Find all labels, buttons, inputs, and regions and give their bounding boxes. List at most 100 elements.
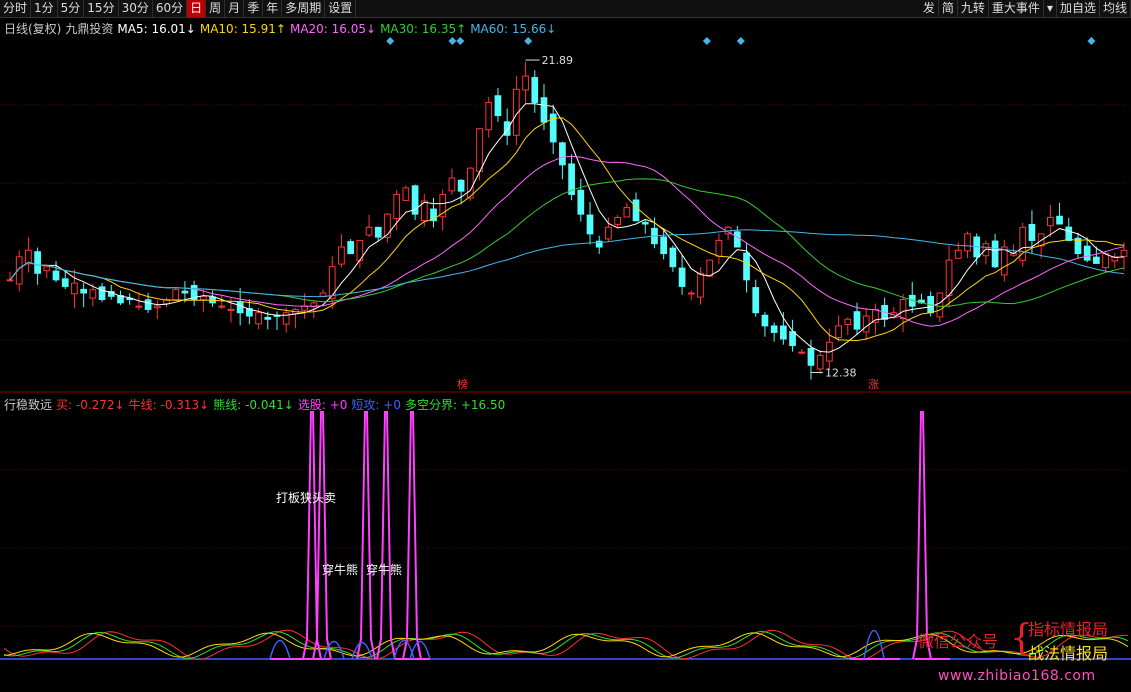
candle-body [586,214,594,235]
candle-body [199,295,207,301]
candle-body [25,249,32,265]
candle-body [328,266,336,300]
watermark-brand2: 战法情报局 [1028,644,1109,663]
signal-diamond-4 [702,37,711,45]
main_legend-3: MA10: 15.91↑ [199,22,286,36]
candle-body [697,272,704,298]
candle-body [301,305,308,311]
candle-body [669,247,677,268]
candle-body [98,286,106,301]
candle-body [733,231,741,248]
candle-body [522,75,529,91]
candle-body [899,299,907,320]
candle-body [743,252,750,281]
candle-body [338,246,345,265]
main_legend-6: MA60: 15.66↓ [470,22,557,36]
candle-body [135,305,143,308]
indicator-text-sell: 打板狭头卖 [276,491,336,505]
candle-body [605,226,612,240]
marker-bang: 榜 [457,377,468,391]
watermark: 微信公众号 { 指标情报局 战法情报局 www.zhibiao168.com [918,614,1131,692]
signal-diamond-2 [456,37,465,45]
candle-body [282,312,290,325]
candle-body [1028,223,1036,241]
candle-body [531,77,539,103]
select-spike-3 [376,411,396,660]
candle-body [678,267,686,287]
candle-body [641,222,649,225]
candle-body [1065,226,1073,241]
candle-body [1083,245,1091,261]
candle-body [816,354,824,370]
ma30-line [9,178,1125,307]
candle-body [632,199,640,222]
candle-body [466,167,474,199]
candle-body [347,241,354,255]
indicator-text-cross-2: 穿牛熊 [366,562,402,577]
candle-body [1093,256,1100,264]
candle-body [687,292,695,295]
candle-body [807,347,815,366]
candle-body [770,325,778,333]
indicator_legend-2: 牛线: -0.313↓ [128,398,210,412]
main_legend-5: MA30: 16.35↑ [380,22,467,36]
indicator_legend-1: 买: -0.272↓ [56,398,125,412]
main_legend-1: 九鼎投资 [65,22,114,36]
candle-body [80,288,88,294]
signal-diamond-1 [448,37,457,45]
ma60-line [9,229,1125,298]
ma10-line [9,117,1125,342]
indicator-text-cross-1: 穿牛熊 [322,562,358,577]
candle-body [789,331,796,347]
candle-body [835,325,842,339]
main_legend-4: MA20: 16.05↓ [289,22,377,36]
indicator-legend: 行稳致远 买: -0.272↓ 牛线: -0.313↓ 熊线: -0.041↓ 选股: … [4,396,509,413]
candle-body [448,177,456,192]
stock-chart[interactable]: 21.89 12.38 榜 涨打板狭头卖穿牛熊 穿牛熊 [0,0,1131,692]
candle-body [1120,249,1128,257]
signal-diamond-0 [386,37,395,45]
candle-body [236,301,244,314]
candle-body [227,308,235,311]
candle-body [623,207,631,218]
candle-body [264,316,272,320]
select-spike-4 [402,411,422,660]
candle-body [853,311,861,330]
indicator_legend-0: 行稳致远 [4,398,53,412]
select-spike-2 [356,411,376,660]
marker-zhang: 涨 [868,378,879,391]
candle-body [1046,216,1054,227]
candle-body [660,236,668,255]
main_legend-2: MA5: 16.01↓ [117,22,196,36]
candle-body [964,233,971,252]
indicator_legend-5: 短攻: +0 [351,398,401,412]
candle-body [172,289,180,301]
candle-body [991,240,999,268]
candle-body [1000,246,1008,276]
candle-body [61,278,69,287]
candle-body [476,128,483,172]
candle-body [798,351,806,354]
candle-body [844,318,852,325]
candle-body [374,226,382,238]
candle-body [457,179,465,192]
indicator_legend-3: 熊线: -0.041↓ [213,398,294,412]
candle-body [153,305,161,309]
candle-body [715,239,723,257]
candle-body [34,251,41,274]
signal-diamond-6 [1087,37,1096,45]
candle-body [52,270,60,281]
candle-body [144,299,152,310]
indicator_legend-6: 多空分界: +16.50 [404,398,506,412]
short-bump-0 [269,639,291,660]
watermark-brand1: 指标情报局 [1028,620,1109,639]
candle-body [761,314,769,327]
signal-diamond-5 [736,37,745,45]
candle-body [71,282,78,295]
candle-body [936,292,944,318]
main-legend: 日线(复权) 九鼎投资 MA5: 16.01↓ MA10: 15.91↑ MA20: 1… [4,20,560,37]
candle-body [577,189,585,215]
watermark-wechat: 微信公众号 [918,632,999,651]
candle-body [255,312,262,325]
candle-body [393,193,401,220]
